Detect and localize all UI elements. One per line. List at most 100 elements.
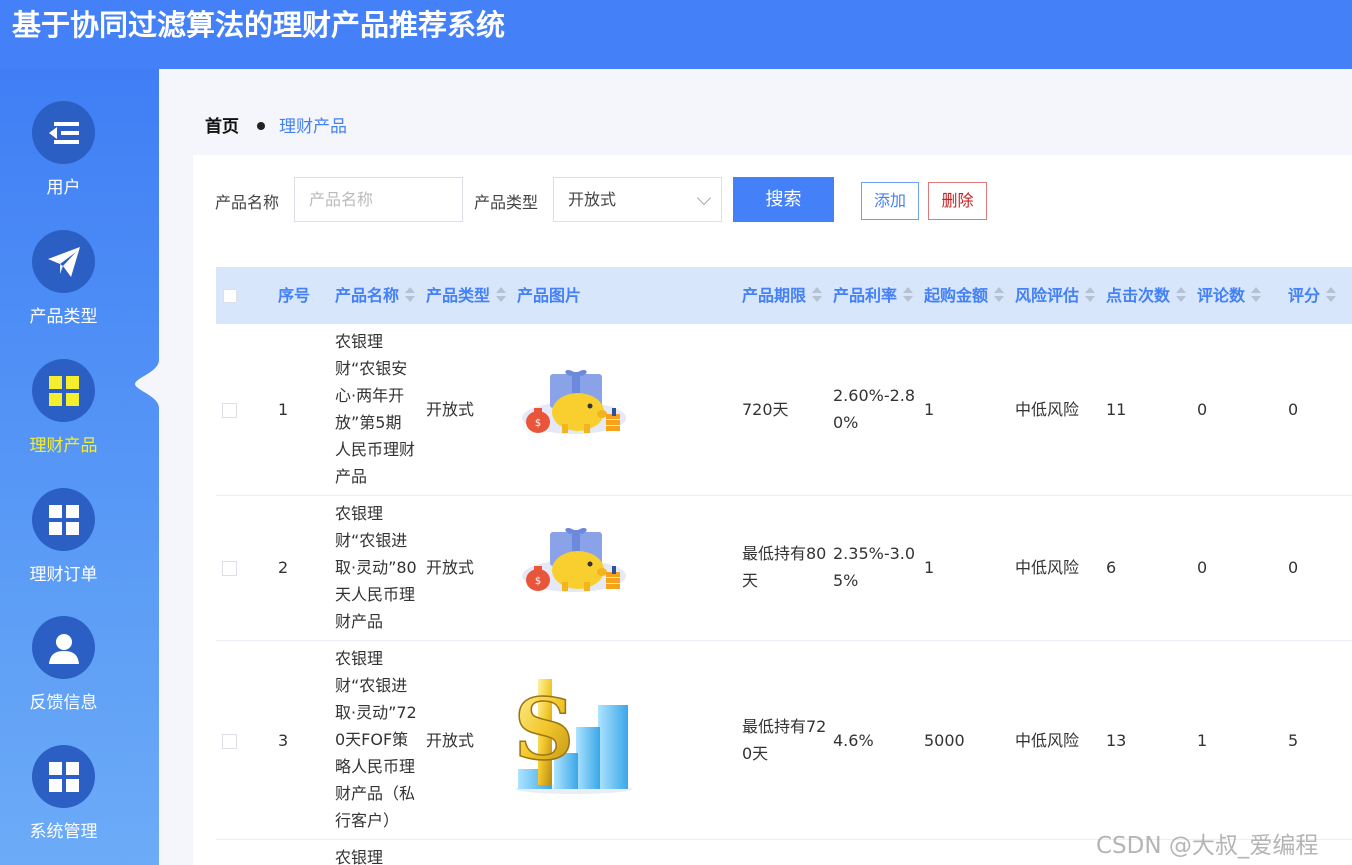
cell-name: 农银理 财“农银安 心·两年开 放”第5期 人民币理财 产品 (335, 332, 416, 486)
sidebar: 用户 产品类型 理财产品 理财订单 反馈信息 系统管理 (0, 69, 159, 865)
cell-score: 5 (1288, 731, 1299, 750)
add-button[interactable]: 添加 (861, 182, 919, 220)
row-checkbox[interactable] (222, 403, 237, 418)
sort-icon[interactable] (1251, 286, 1262, 303)
product-type-label: 产品类型 (474, 193, 539, 212)
svg-text:$: $ (535, 418, 541, 429)
sort-icon[interactable] (496, 286, 507, 303)
grid-icon (32, 488, 95, 551)
cell-comments: 1 (1197, 731, 1208, 750)
product-type-select[interactable]: 开放式 (553, 177, 722, 222)
sidebar-item-label: 用户 (46, 178, 81, 198)
column-header-name[interactable]: 产品名称 (335, 267, 416, 324)
sidebar-item-finance-order[interactable]: 理财订单 (0, 488, 127, 608)
column-header-image: 产品图片 (517, 286, 582, 305)
search-button[interactable]: 搜索 (733, 177, 834, 222)
table-row[interactable]: 1 农银理 财“农银安 心·两年开 放”第5期 人民币理财 产品 开放式 $ 720天 2… (216, 324, 1352, 496)
cell-risk: 中低风险 (1015, 558, 1080, 577)
product-table: 序号 产品名称 产品类型 产品图片 产品期限 产品利率 起购金额 风险评估 点击… (216, 267, 1352, 865)
cell-index: 3 (278, 731, 289, 750)
column-header-clicks[interactable]: 点击次数 (1106, 267, 1187, 324)
top-bar: 基于协同过滤算法的理财产品推荐系统 (0, 0, 1352, 69)
sort-icon[interactable] (903, 286, 914, 303)
svg-text:$: $ (535, 576, 541, 587)
breadcrumb-current: 理财产品 (279, 117, 347, 137)
cell-comments: 0 (1197, 400, 1208, 419)
cell-rate: 2.60%-2.8 0% (833, 386, 916, 432)
sort-icon[interactable] (1326, 286, 1337, 303)
sidebar-item-label: 理财产品 (29, 436, 98, 456)
cell-term: 最低持有80 天 (742, 544, 827, 590)
row-checkbox[interactable] (222, 561, 237, 576)
cell-score: 0 (1288, 400, 1299, 419)
column-header-min-amount[interactable]: 起购金额 (924, 267, 1005, 324)
cell-name: 农银理 (335, 848, 384, 865)
row-checkbox[interactable] (222, 734, 237, 749)
cell-rate: 2.35%-3.0 5% (833, 544, 916, 590)
sidebar-item-user[interactable]: 用户 (0, 101, 127, 221)
cell-score: 0 (1288, 558, 1299, 577)
user-icon (32, 616, 95, 679)
column-header-risk[interactable]: 风险评估 (1015, 267, 1096, 324)
sidebar-item-label: 系统管理 (29, 822, 98, 842)
table-row[interactable]: 2 农银理 财“农银进 取·灵动”80 天人民币理 财产品 开放式 $ 最低持有80 天 … (216, 496, 1352, 641)
cell-min-amount: 1 (924, 400, 935, 419)
column-header-comments[interactable]: 评论数 (1197, 267, 1262, 324)
cell-min-amount: 5000 (924, 731, 965, 750)
select-all-checkbox[interactable] (223, 289, 237, 303)
cell-type: 开放式 (426, 558, 475, 577)
cell-type: 开放式 (426, 731, 475, 750)
grid-icon (32, 359, 95, 422)
sort-icon[interactable] (1176, 286, 1187, 303)
cell-comments: 0 (1197, 558, 1208, 577)
sidebar-item-label: 产品类型 (29, 307, 98, 327)
product-name-label: 产品名称 (215, 193, 280, 212)
grid-icon (32, 745, 95, 808)
sidebar-item-product-type[interactable]: 产品类型 (0, 230, 127, 350)
dollar-chart-image: S (514, 679, 632, 794)
cell-clicks: 13 (1106, 731, 1127, 750)
column-header-type[interactable]: 产品类型 (426, 267, 507, 324)
sort-icon[interactable] (1085, 286, 1096, 303)
delete-button[interactable]: 删除 (928, 182, 987, 220)
active-indicator (135, 360, 159, 408)
cell-term: 最低持有72 0天 (742, 717, 827, 763)
sidebar-item-system[interactable]: 系统管理 (0, 745, 127, 865)
piggy-bank-image: $ (522, 528, 626, 592)
cell-index: 2 (278, 558, 289, 577)
cell-min-amount: 1 (924, 558, 935, 577)
menu-list-icon (32, 101, 95, 164)
cell-term: 720天 (742, 400, 789, 419)
breadcrumb: 首页 理财产品 (205, 112, 347, 137)
cell-rate: 4.6% (833, 731, 874, 750)
cell-name: 农银理 财“农银进 取·灵动”80 天人民币理 财产品 (335, 504, 417, 631)
chevron-down-icon (696, 190, 712, 206)
breadcrumb-separator (257, 122, 265, 130)
sort-icon[interactable] (405, 286, 416, 303)
sidebar-item-label: 反馈信息 (29, 693, 98, 713)
cell-risk: 中低风险 (1015, 400, 1080, 419)
sidebar-item-feedback[interactable]: 反馈信息 (0, 616, 127, 736)
sort-icon[interactable] (812, 286, 823, 303)
product-type-value: 开放式 (568, 190, 617, 209)
cell-risk: 中低风险 (1015, 731, 1080, 750)
sidebar-item-label: 理财订单 (29, 565, 98, 585)
svg-text:S: S (514, 680, 574, 779)
product-name-input[interactable]: 产品名称 (294, 177, 463, 222)
cell-type: 开放式 (426, 400, 475, 419)
table-header: 序号 产品名称 产品类型 产品图片 产品期限 产品利率 起购金额 风险评估 点击… (216, 267, 1352, 324)
app-title: 基于协同过滤算法的理财产品推荐系统 (12, 8, 506, 42)
cell-clicks: 11 (1106, 400, 1127, 419)
paper-plane-icon (32, 230, 95, 293)
cell-clicks: 6 (1106, 558, 1117, 577)
cell-index: 1 (278, 400, 289, 419)
column-header-term[interactable]: 产品期限 (742, 267, 823, 324)
piggy-bank-image: $ (522, 370, 626, 434)
column-header-rate[interactable]: 产品利率 (833, 267, 914, 324)
column-header-score[interactable]: 评分 (1288, 267, 1337, 324)
breadcrumb-home[interactable]: 首页 (205, 117, 239, 137)
sidebar-item-finance-product[interactable]: 理财产品 (0, 359, 127, 479)
table-row[interactable]: 3 农银理 财“农银进 取·灵动”72 0天FOF策 略人民币理 财产品（私 行客户） 开放… (216, 641, 1352, 840)
cell-name: 农银理 财“农银进 取·灵动”72 0天FOF策 略人民币理 财产品（私 行客户） (335, 649, 417, 830)
sort-icon[interactable] (994, 286, 1005, 303)
